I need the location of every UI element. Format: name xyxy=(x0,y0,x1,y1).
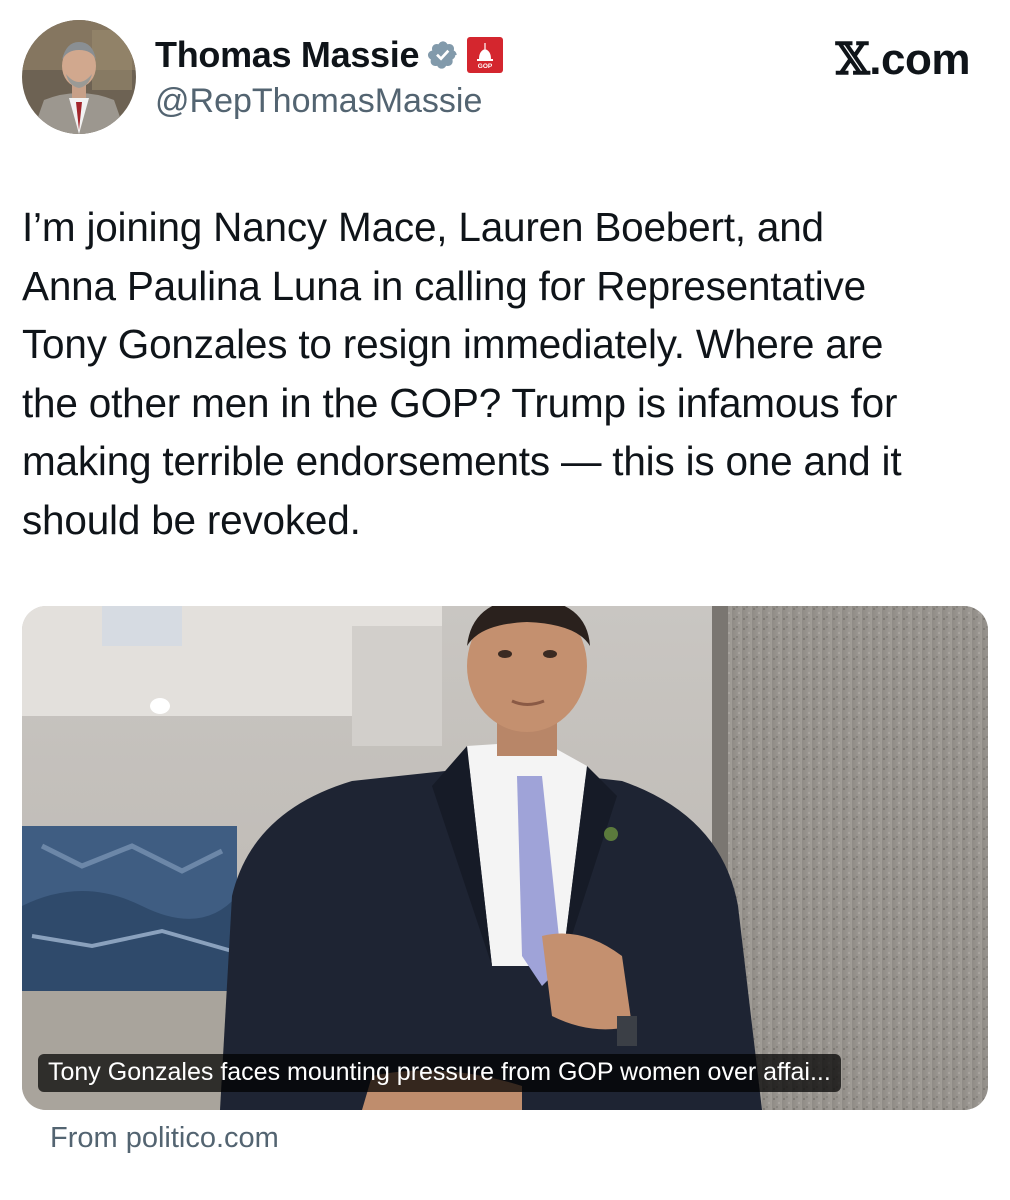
link-preview-caption: Tony Gonzales faces mounting pressure fr… xyxy=(38,1054,841,1092)
gov-badge-label: GOP xyxy=(478,63,493,70)
tweet-text-line: the other men in the GOP? Trump is infam… xyxy=(22,379,898,426)
author-handle[interactable]: @RepThomasMassie xyxy=(155,82,482,121)
capitol-gop-badge-icon: GOP xyxy=(467,37,504,73)
tweet-text-line: should be revoked. xyxy=(22,496,361,543)
tweet-text-line: making terrible endorsements — this is o… xyxy=(22,438,902,485)
x-logo-icon: 𝕏 xyxy=(835,34,870,85)
site-domain: .com xyxy=(869,35,970,84)
avatar-photo xyxy=(22,20,136,134)
x-com-logo: 𝕏.com xyxy=(835,34,971,85)
link-preview-card[interactable]: Tony Gonzales faces mounting pressure fr… xyxy=(22,606,988,1110)
author-name-row: Thomas Massie GOP xyxy=(155,32,504,78)
tweet-header: Thomas Massie GOP @RepThomasMassie 𝕏.com xyxy=(0,0,1010,150)
tweet-text-line: Anna Paulina Luna in calling for Represe… xyxy=(22,262,866,309)
avatar[interactable] xyxy=(22,20,136,134)
tweet-text: I’m joining Nancy Mace, Lauren Boebert, … xyxy=(22,198,988,550)
link-source[interactable]: From politico.com xyxy=(50,1122,279,1155)
tweet-text-line: Tony Gonzales to resign immediately. Whe… xyxy=(22,321,884,368)
link-preview-image xyxy=(22,606,988,1110)
tweet-text-line: I’m joining Nancy Mace, Lauren Boebert, … xyxy=(22,204,824,250)
verified-check-icon xyxy=(427,39,459,71)
author-name[interactable]: Thomas Massie xyxy=(155,34,420,76)
